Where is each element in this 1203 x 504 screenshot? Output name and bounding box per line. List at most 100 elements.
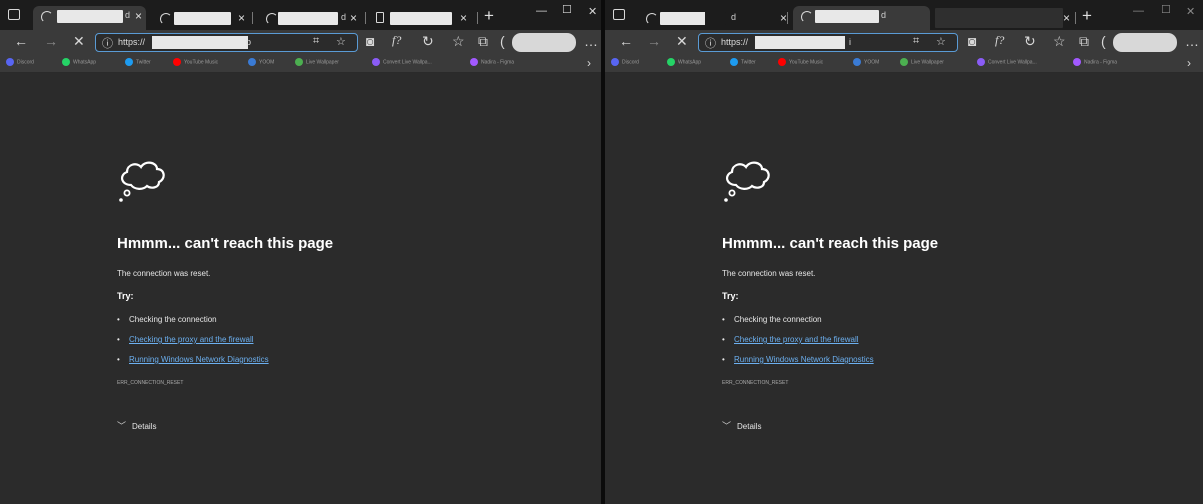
tab-separator [787,12,788,24]
address-bar[interactable]: ⓘ https:// i ⌗ ☆ [698,33,958,52]
info-icon[interactable]: ⓘ [102,35,113,51]
new-tab-button[interactable]: + [1082,6,1092,26]
favorites-icon[interactable]: ☆ [1053,33,1066,50]
proxy-firewall-link[interactable]: Checking the proxy and the firewall [734,335,859,344]
address-bar[interactable]: ⓘ https:// p ⌗ ☆ [95,33,358,52]
reader-icon[interactable]: ⌗ [913,35,919,48]
bookmark-discord[interactable]: Discord [6,58,34,66]
tab-close-button[interactable]: × [135,9,142,23]
tab[interactable]: d [793,6,930,30]
tab-close-button[interactable]: × [780,11,787,25]
redacted-profile [512,33,576,52]
maximize-button[interactable]: ☐ [1161,3,1171,16]
suggestion-item: • Running Windows Network Diagnostics [117,355,269,364]
bookmark-twitter[interactable]: Twitter [125,58,151,66]
bookmark-twitter[interactable]: Twitter [730,58,756,66]
tab[interactable]: × [935,8,1087,30]
error-title: Hmmm... can't reach this page [117,235,334,252]
back-icon[interactable]: ← [619,33,633,49]
tab-actions-icon[interactable] [8,9,20,20]
tab[interactable]: × [152,8,256,30]
more-icon[interactable]: … [1185,33,1199,49]
favorites-bar: Discord WhatsApp Twitter YouTube Music Y… [605,54,1203,73]
collections-icon[interactable]: ⧉ [1079,33,1089,50]
close-window-button[interactable]: ✕ [1186,5,1195,18]
chevron-right-icon[interactable]: › [1187,56,1191,70]
bookmark-discord[interactable]: Discord [611,58,639,66]
tab[interactable]: d × [33,6,146,30]
favorites-icon[interactable]: ☆ [452,33,465,50]
bookmark-yoom[interactable]: YOOM [853,58,879,66]
favorite-add-icon[interactable]: ☆ [336,35,346,48]
close-window-button[interactable]: ✕ [588,5,597,18]
bookmark-live-wallpaper[interactable]: Live Wallpaper [900,58,944,66]
browser-window-right: d × d × + — ☐ ✕ ← → ✕ ⓘ https:// i ⌗ ☆ ◙ [605,0,1203,504]
redacted-title [815,10,879,23]
details-toggle[interactable]: ﹀ Details [117,419,156,432]
suggestion-item: • Checking the proxy and the firewall [117,335,254,344]
details-toggle[interactable]: ﹀ Details [722,419,761,432]
bookmark-nadira-figma[interactable]: Nadira - Figma [470,58,514,66]
error-code: ERR_CONNECTION_RESET [722,380,789,386]
error-code: ERR_CONNECTION_RESET [117,380,184,386]
info-icon[interactable]: ⓘ [705,35,716,51]
redacted-title [390,12,452,25]
redacted-title [174,12,231,25]
tab[interactable]: d × [258,8,366,30]
thought-cloud-icon [119,161,165,202]
extension-icon[interactable]: ◙ [366,33,374,49]
refresh-icon[interactable]: ↻ [422,33,434,50]
file-icon [376,12,384,23]
profile-icon[interactable]: ( [500,33,505,49]
new-tab-button[interactable]: + [484,6,494,26]
tab[interactable]: × [370,8,478,30]
tab-close-button[interactable]: × [460,11,467,25]
minimize-button[interactable]: — [536,5,547,17]
more-icon[interactable]: … [584,33,598,49]
error-page: Hmmm... can't reach this page The connec… [0,73,601,504]
bookmark-convert-live-wallpaper[interactable]: Convert Live Wallpa... [977,58,1037,66]
minimize-button[interactable]: — [1133,5,1144,17]
bookmark-whatsapp[interactable]: WhatsApp [62,58,96,66]
stop-icon[interactable]: ✕ [676,33,688,50]
bookmark-nadira-figma[interactable]: Nadira - Figma [1073,58,1117,66]
maximize-button[interactable]: ☐ [562,3,572,16]
bookmark-convert-live-wallpaper[interactable]: Convert Live Wallpa... [372,58,432,66]
reader-icon[interactable]: ⌗ [313,35,319,48]
profile-icon[interactable]: ( [1101,33,1106,49]
tab-close-button[interactable]: × [350,11,357,25]
formula-icon[interactable]: f? [392,33,401,48]
browser-window-left: d × × d × × + — ☐ ✕ ← → ✕ ⓘ https:// p ⌗… [0,0,601,504]
chevron-right-icon[interactable]: › [587,56,591,70]
bookmark-youtube-music[interactable]: YouTube Music [778,58,823,66]
stop-icon[interactable]: ✕ [73,33,85,50]
suggestion-item: • Checking the connection [722,315,822,324]
bookmark-yoom[interactable]: YOOM [248,58,274,66]
tab-close-button[interactable]: × [1063,11,1070,25]
refresh-icon[interactable]: ↻ [1024,33,1036,50]
network-diagnostics-link[interactable]: Running Windows Network Diagnostics [129,355,269,364]
loading-icon [266,13,278,25]
bookmark-youtube-music[interactable]: YouTube Music [173,58,218,66]
extension-icon[interactable]: ◙ [968,33,976,49]
bookmark-whatsapp[interactable]: WhatsApp [667,58,701,66]
try-heading: Try: [722,291,739,301]
navigation-toolbar: ← → ✕ ⓘ https:// p ⌗ ☆ ◙ f? ↻ ☆ ⧉ ( … [0,30,601,54]
collections-icon[interactable]: ⧉ [478,33,488,50]
tab[interactable]: d × [705,8,790,30]
loading-icon [801,11,813,23]
forward-icon[interactable]: → [44,33,58,49]
thought-cloud-icon [724,161,770,202]
favorite-add-icon[interactable]: ☆ [936,35,946,48]
tab-actions-icon[interactable] [613,9,625,20]
loading-icon [41,11,53,23]
back-icon[interactable]: ← [14,33,28,49]
redacted-title [278,12,338,25]
network-diagnostics-link[interactable]: Running Windows Network Diagnostics [734,355,874,364]
tab-close-button[interactable]: × [238,11,245,25]
formula-icon[interactable]: f? [995,33,1004,48]
error-message: The connection was reset. [722,269,816,278]
proxy-firewall-link[interactable]: Checking the proxy and the firewall [129,335,254,344]
bookmark-live-wallpaper[interactable]: Live Wallpaper [295,58,339,66]
forward-icon[interactable]: → [647,33,661,49]
